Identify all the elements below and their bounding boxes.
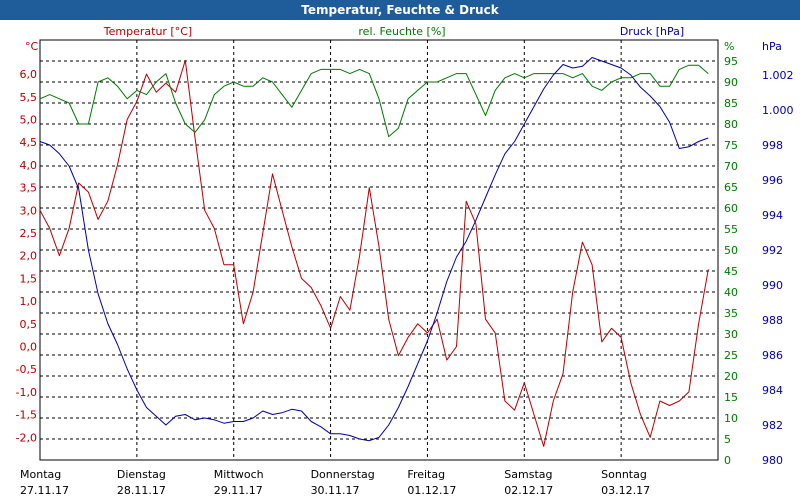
temperature-tick-label: -1,5 xyxy=(16,409,37,422)
temperature-axis-label: Temperatur [°C] xyxy=(103,25,192,38)
x-tick-date: 02.12.17 xyxy=(504,484,553,497)
humidity-axis-label: rel. Feuchte [%] xyxy=(358,25,445,38)
chart-window: Temperatur, Feuchte & Druck °C Temperatu… xyxy=(0,0,800,500)
pressure-tick-label: 994 xyxy=(762,209,783,222)
x-tick-day: Montag xyxy=(20,468,61,481)
temperature-tick-label: 2,5 xyxy=(20,227,38,240)
chart-canvas: °C Temperatur [°C] rel. Feuchte [%] Druc… xyxy=(16,25,794,497)
humidity-tick-label: 65 xyxy=(724,181,738,194)
humidity-tick-label: 90 xyxy=(724,76,738,89)
humidity-tick-label: 80 xyxy=(724,118,738,131)
pressure-tick-label: 982 xyxy=(762,419,783,432)
pressure-tick-label: 986 xyxy=(762,349,783,362)
x-tick-date: 29.11.17 xyxy=(214,484,263,497)
series-layer xyxy=(39,57,709,447)
x-tick-date: 27.11.17 xyxy=(20,484,69,497)
temperature-tick-label: -1,0 xyxy=(16,386,37,399)
pressure-tick-label: 984 xyxy=(762,384,783,397)
temperature-tick-label: 5,0 xyxy=(20,113,38,126)
humidity-tick-label: 25 xyxy=(724,349,738,362)
x-tick-date: 03.12.17 xyxy=(601,484,650,497)
pressure-tick-label: 990 xyxy=(762,279,783,292)
temperature-tick-label: 6,0 xyxy=(20,68,38,81)
x-tick-date: 01.12.17 xyxy=(407,484,456,497)
temperature-tick-label: 0,0 xyxy=(20,340,38,353)
pressure-tick-label: 980 xyxy=(762,454,783,467)
pressure-tick-label: 988 xyxy=(762,314,783,327)
temperature-tick-label: -2,0 xyxy=(16,431,37,444)
temperature-tick-label: -0,5 xyxy=(16,363,37,376)
humidity-tick-label: 75 xyxy=(724,139,738,152)
pressure-tick-label: 992 xyxy=(762,244,783,257)
pressure-tick-label: 1.002 xyxy=(762,69,794,82)
pressure-axis-label: Druck [hPa] xyxy=(620,25,684,38)
humidity-axis-unit: % xyxy=(724,40,734,53)
temperature-tick-label: 2,0 xyxy=(20,250,38,263)
pressure-tick-label: 996 xyxy=(762,174,783,187)
x-tick-date: 30.11.17 xyxy=(311,484,360,497)
pressure-tick-label: 1.000 xyxy=(762,104,794,117)
humidity-tick-label: 55 xyxy=(724,223,738,236)
temperature-axis-unit: °C xyxy=(25,40,39,53)
temperature-tick-label: 3,5 xyxy=(20,182,38,195)
x-tick-day: Freitag xyxy=(407,468,445,481)
pressure-axis-unit: hPa xyxy=(762,40,782,53)
x-tick-day: Dienstag xyxy=(117,468,166,481)
humidity-tick-label: 35 xyxy=(724,307,738,320)
x-tick-date: 28.11.17 xyxy=(117,484,166,497)
pressure-tick-label: 998 xyxy=(762,139,783,152)
humidity-tick-label: 50 xyxy=(724,244,738,257)
temperature-tick-label: 5,5 xyxy=(20,91,38,104)
x-tick-day: Sonntag xyxy=(601,468,647,481)
temperature-tick-label: 1,5 xyxy=(20,272,38,285)
humidity-tick-label: 40 xyxy=(724,286,738,299)
x-tick-day: Samstag xyxy=(504,468,552,481)
humidity-tick-label: 95 xyxy=(724,55,738,68)
temperature-tick-label: 1,0 xyxy=(20,295,38,308)
humidity-tick-label: 30 xyxy=(724,328,738,341)
temperature-tick-label: 0,5 xyxy=(20,318,38,331)
humidity-tick-label: 0 xyxy=(724,454,731,467)
window-title: Temperatur, Feuchte & Druck xyxy=(0,0,800,20)
humidity-tick-label: 60 xyxy=(724,202,738,215)
x-tick-day: Mittwoch xyxy=(214,468,264,481)
humidity-tick-label: 45 xyxy=(724,265,738,278)
humidity-tick-label: 70 xyxy=(724,160,738,173)
temperature-tick-label: 4,0 xyxy=(20,159,38,172)
humidity-tick-label: 85 xyxy=(724,97,738,110)
axes: °C Temperatur [°C] rel. Feuchte [%] Druc… xyxy=(16,25,794,497)
temperature-series-line xyxy=(39,59,709,447)
humidity-tick-label: 5 xyxy=(724,433,731,446)
humidity-tick-label: 10 xyxy=(724,412,738,425)
temperature-tick-label: 3,0 xyxy=(20,204,38,217)
x-tick-day: Donnerstag xyxy=(311,468,375,481)
humidity-tick-label: 20 xyxy=(724,370,738,383)
humidity-series-line xyxy=(39,64,709,138)
temperature-tick-label: 4,5 xyxy=(20,136,38,149)
pressure-series-line xyxy=(39,57,709,442)
humidity-tick-label: 15 xyxy=(724,391,738,404)
